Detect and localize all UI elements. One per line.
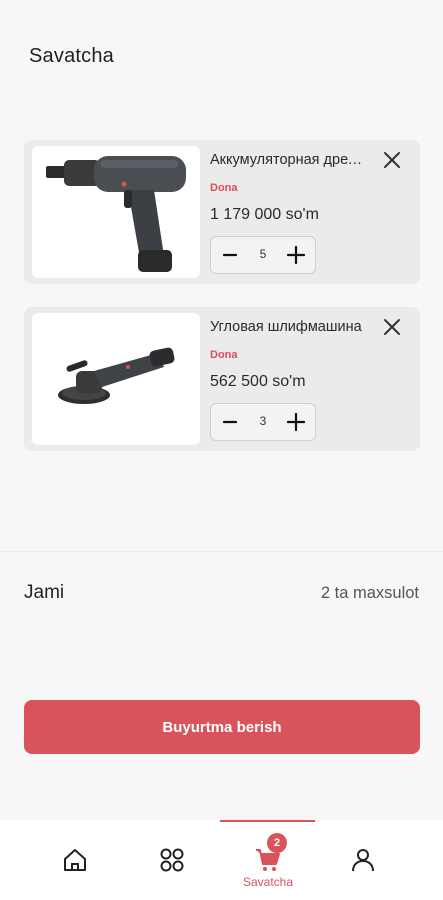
nav-profile[interactable] [323, 820, 403, 900]
decrease-quantity-button[interactable] [211, 237, 249, 273]
quantity-value: 3 [259, 414, 267, 428]
grid-icon [159, 847, 185, 873]
total-items-count: 2 ta maxsulot [320, 584, 419, 602]
cordless-drill-image[interactable] [32, 146, 200, 278]
checkout-button[interactable]: Buyurtma berish [24, 700, 420, 754]
user-icon [350, 847, 376, 873]
item-price: 562 500 so'm [210, 373, 306, 390]
plus-icon [287, 246, 305, 264]
minus-icon [223, 420, 237, 424]
close-icon [384, 152, 400, 168]
home-icon [62, 847, 88, 873]
nav-home[interactable] [35, 820, 115, 900]
cart-icon: 2 [255, 833, 287, 873]
cart-item: Аккумуляторная дрель-шуруповерт Dona 1 1… [24, 140, 420, 284]
divider [0, 551, 443, 552]
decrease-quantity-button[interactable] [211, 404, 249, 440]
plus-icon [287, 413, 305, 431]
minus-icon [223, 253, 237, 257]
total-label: Jami [24, 582, 65, 603]
item-unit: Dona [210, 182, 238, 194]
nav-catalog[interactable] [132, 820, 212, 900]
nav-cart-label: Savatcha [242, 875, 294, 889]
bottom-nav: 2 Savatcha [0, 820, 443, 900]
item-title[interactable]: Аккумуляторная дрель-шуруповерт [210, 152, 370, 168]
remove-item-button[interactable] [382, 317, 402, 337]
item-price: 1 179 000 so'm [210, 206, 319, 223]
angle-grinder-image[interactable] [32, 313, 200, 445]
quantity-stepper: 3 [210, 403, 316, 441]
increase-quantity-button[interactable] [277, 404, 315, 440]
nav-cart[interactable]: 2 Savatcha [228, 820, 308, 900]
remove-item-button[interactable] [382, 150, 402, 170]
item-unit: Dona [210, 349, 238, 361]
item-title[interactable]: Угловая шлифмашина [210, 319, 370, 335]
cart-count-badge: 2 [267, 833, 287, 853]
increase-quantity-button[interactable] [277, 237, 315, 273]
cart-item: Угловая шлифмашина Dona 562 500 so'm 3 [24, 307, 420, 451]
quantity-value: 5 [259, 247, 267, 261]
page-title: Savatcha [29, 45, 114, 67]
close-icon [384, 319, 400, 335]
quantity-stepper: 5 [210, 236, 316, 274]
